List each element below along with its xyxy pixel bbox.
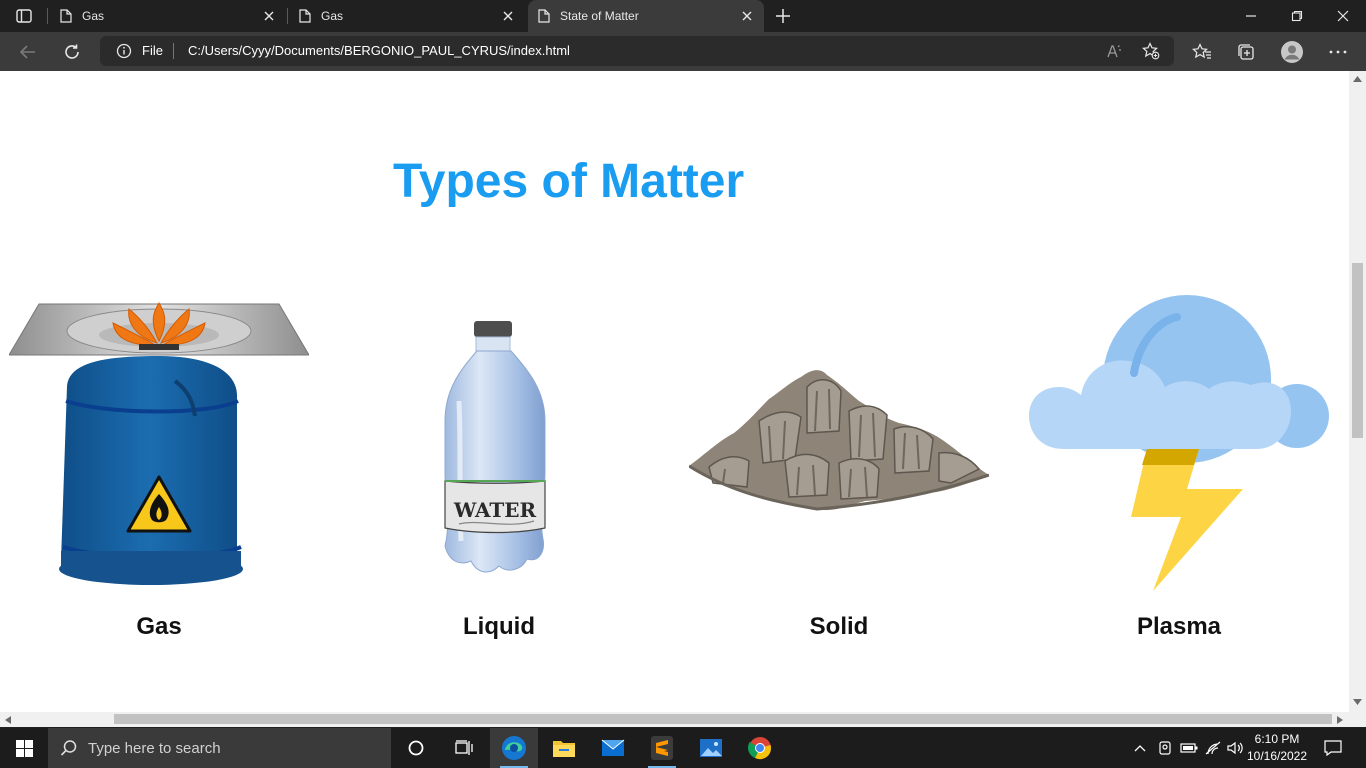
back-button[interactable] <box>15 39 41 65</box>
mail-icon <box>601 739 625 756</box>
water-bottle-icon: WATER <box>444 321 546 573</box>
tab-separator <box>287 8 288 24</box>
chrome-icon <box>748 737 771 760</box>
minimize-button[interactable] <box>1228 0 1274 32</box>
restore-button[interactable] <box>1274 0 1320 32</box>
scroll-left-arrow-icon[interactable] <box>5 716 11 724</box>
tab-gas-2[interactable]: Gas <box>289 0 525 32</box>
windows-taskbar: Type here to search 6:10 PM 10/16/2022 <box>0 728 1366 768</box>
back-arrow-icon <box>19 45 35 59</box>
meet-now-button[interactable] <box>1154 728 1176 768</box>
close-tab-icon[interactable] <box>262 9 276 23</box>
taskbar-chrome[interactable] <box>736 728 784 768</box>
search-placeholder: Type here to search <box>88 740 221 757</box>
network-button[interactable] <box>1202 728 1224 768</box>
lightning-cloud-icon <box>1029 295 1329 591</box>
new-tab-button[interactable] <box>772 6 794 26</box>
horizontal-scrollbar[interactable] <box>0 712 1349 727</box>
refresh-icon <box>65 44 79 59</box>
info-icon[interactable] <box>116 43 132 59</box>
vertical-scrollbar[interactable] <box>1349 71 1366 712</box>
horizontal-scroll-thumb[interactable] <box>114 714 1332 724</box>
minimize-icon <box>1246 15 1256 17</box>
page-icon <box>538 9 550 23</box>
clock-date: 10/16/2022 <box>1246 749 1308 763</box>
close-icon <box>1337 10 1349 22</box>
tab-label: Gas <box>82 9 105 23</box>
vertical-scroll-thumb[interactable] <box>1352 263 1363 438</box>
page-icon <box>299 9 311 23</box>
tab-separator <box>47 8 48 24</box>
add-favorite-icon[interactable] <box>1142 42 1160 60</box>
task-view-button[interactable] <box>440 728 488 768</box>
settings-menu-button[interactable] <box>1326 40 1350 64</box>
task-view-icon <box>455 740 473 755</box>
cortana-circle-icon <box>408 740 424 756</box>
windows-logo-icon <box>15 739 33 757</box>
folder-icon <box>553 741 575 757</box>
start-button[interactable] <box>0 728 48 768</box>
taskbar-photos[interactable] <box>687 728 735 768</box>
site-scheme-label: File <box>142 43 163 58</box>
favorites-icon <box>1192 43 1211 59</box>
tab-label: Gas <box>321 9 344 23</box>
scroll-up-arrow-icon[interactable] <box>1353 76 1362 82</box>
scrollbar-corner <box>1349 712 1366 727</box>
page-viewport: Types of Matter Gas WATER Liquid Solid P… <box>0 71 1349 712</box>
taskbar-mail[interactable] <box>589 728 637 768</box>
close-tab-icon[interactable] <box>740 9 754 23</box>
tab-gas-1[interactable]: Gas <box>50 0 286 32</box>
browser-toolbar: File C:/Users/Cyyy/Documents/BERGONIO_PA… <box>0 32 1366 71</box>
browser-title-bar: Gas Gas State of Matter <box>0 0 1366 32</box>
cortana-button[interactable] <box>392 728 440 768</box>
wifi-icon <box>1205 741 1221 755</box>
search-icon <box>60 740 77 756</box>
battery-button[interactable] <box>1178 728 1200 768</box>
sublime-text-icon <box>651 736 673 760</box>
refresh-button[interactable] <box>59 39 85 65</box>
address-bar[interactable]: File C:/Users/Cyyy/Documents/BERGONIO_PA… <box>100 36 1174 66</box>
scroll-down-arrow-icon[interactable] <box>1353 699 1362 705</box>
address-divider <box>173 43 174 59</box>
taskbar-sublime-text[interactable] <box>638 728 686 768</box>
gas-canister-stove-icon <box>9 302 309 585</box>
notifications-button[interactable] <box>1320 728 1346 768</box>
close-window-button[interactable] <box>1320 0 1366 32</box>
webcam-icon <box>1159 741 1171 755</box>
more-options-icon <box>1329 50 1347 54</box>
taskbar-clock[interactable]: 6:10 PM 10/16/2022 <box>1242 731 1312 765</box>
collections-button[interactable] <box>1234 40 1258 64</box>
chevron-up-icon <box>1134 745 1146 752</box>
photos-icon <box>700 739 722 757</box>
close-tab-icon[interactable] <box>501 9 515 23</box>
matter-caption-gas: Gas <box>136 613 182 640</box>
notification-icon <box>1324 740 1342 756</box>
edge-browser-icon <box>502 736 526 760</box>
read-aloud-icon[interactable] <box>1106 42 1124 60</box>
bottle-label: WATER <box>453 498 537 522</box>
collections-icon <box>1238 44 1254 60</box>
clock-time: 6:10 PM <box>1254 732 1300 746</box>
favorites-button[interactable] <box>1190 40 1214 64</box>
tab-state-of-matter[interactable]: State of Matter <box>528 0 764 32</box>
battery-icon <box>1180 743 1198 753</box>
taskbar-file-explorer[interactable] <box>540 728 588 768</box>
taskbar-search-box[interactable]: Type here to search <box>48 728 391 768</box>
matter-caption-liquid: Liquid <box>463 613 535 640</box>
matter-caption-plasma: Plasma <box>1136 613 1222 640</box>
rock-icon <box>689 370 989 511</box>
taskbar-edge[interactable] <box>490 728 538 768</box>
matter-caption-solid: Solid <box>809 613 869 640</box>
tab-label: State of Matter <box>560 9 639 23</box>
scroll-right-arrow-icon[interactable] <box>1337 716 1343 724</box>
show-hidden-icons-button[interactable] <box>1130 728 1150 768</box>
plus-icon <box>776 9 790 23</box>
page-icon <box>60 9 72 23</box>
profile-button[interactable] <box>1280 40 1304 64</box>
avatar-icon <box>1281 41 1303 63</box>
tab-actions-icon[interactable] <box>8 6 40 26</box>
page-title: Types of Matter <box>393 155 745 208</box>
url-text[interactable]: C:/Users/Cyyy/Documents/BERGONIO_PAUL_CY… <box>188 43 570 58</box>
restore-icon <box>1291 10 1303 22</box>
